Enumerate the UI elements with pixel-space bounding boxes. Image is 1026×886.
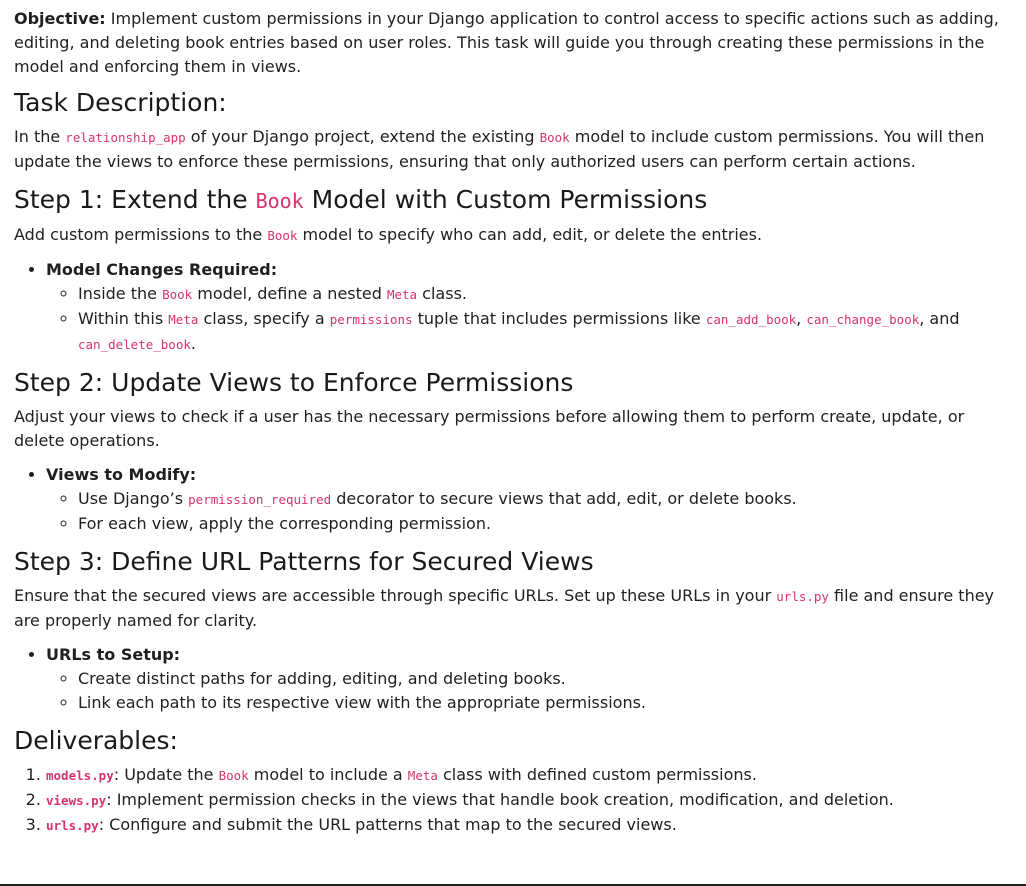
code-book: Book [539, 130, 570, 145]
code-models-py: models.py [46, 768, 114, 783]
text: Within this [78, 309, 169, 328]
step1-intro-pre: Add custom permissions to the [14, 225, 268, 244]
list-item: For each view, apply the corresponding p… [78, 512, 1018, 536]
step2-list-label: Views to Modify: [46, 465, 197, 484]
step1-intro-post: model to specify who can add, edit, or d… [297, 225, 763, 244]
list-item: Link each path to its respective view wi… [78, 691, 1018, 715]
list-item: Use Django’s permission_required decorat… [78, 487, 1018, 512]
step2-intro: Adjust your views to check if a user has… [14, 407, 965, 450]
text: model, define a nested [192, 284, 387, 303]
text: , [796, 309, 807, 328]
list-item: views.py: Implement permission checks in… [46, 788, 1018, 813]
step3-heading: Step 3: Define URL Patterns for Secured … [14, 547, 594, 576]
code-can-add-book: can_add_book [705, 312, 797, 327]
code-meta: Meta [168, 312, 199, 327]
step2-sublist: Use Django’s permission_required decorat… [46, 487, 1018, 536]
objective-paragraph: Objective: Implement custom permissions … [14, 7, 1018, 79]
code-urls-py: urls.py [46, 818, 99, 833]
code-permissions: permissions [329, 312, 413, 327]
step3-intro: Ensure that the secured views are access… [14, 584, 1018, 633]
step1-intro-code: Book [267, 228, 298, 243]
step3-list-label: URLs to Setup: [46, 645, 181, 664]
code-can-delete-book: can_delete_book [78, 337, 191, 352]
text: decorator to secure views that add, edit… [331, 489, 797, 508]
step1-list-label: Model Changes Required: [46, 260, 278, 279]
code-meta: Meta [386, 287, 418, 302]
objective-text: Implement custom permissions in your Dja… [14, 9, 999, 76]
text: Ensure that the secured views are access… [14, 586, 777, 605]
document-body: Objective: Implement custom permissions … [14, 7, 1018, 838]
list-item: Inside the Book model, define a nested M… [78, 282, 1018, 307]
task-text-1: In the [14, 127, 66, 146]
step1-heading-pre: Step 1: Extend the [14, 185, 256, 214]
list-item: Within this Meta class, specify a permis… [78, 307, 1018, 357]
step1-heading-code: Book [255, 189, 304, 213]
text: , and [919, 309, 960, 328]
deliverables-heading: Deliverables: [14, 726, 178, 755]
code-permission-required: permission_required [188, 492, 332, 507]
code-views-py: views.py [46, 793, 107, 808]
text: : Implement permission checks in the vie… [106, 790, 894, 809]
text: : Configure and submit the URL patterns … [98, 815, 677, 834]
list-item: Model Changes Required: Inside the Book … [46, 258, 1018, 357]
task-text-2: of your Django project, extend the exist… [185, 127, 540, 146]
step1-intro: Add custom permissions to the Book model… [14, 223, 1018, 248]
code-meta: Meta [407, 768, 438, 783]
code-book: Book [162, 287, 193, 302]
text: model to include a [248, 765, 408, 784]
text: Inside the [78, 284, 163, 303]
list-item: Create distinct paths for adding, editin… [78, 667, 1018, 691]
text: . [190, 334, 196, 353]
step1-heading: Step 1: Extend the Book Model with Custo… [14, 182, 1018, 219]
text: tuple that includes permissions like [412, 309, 706, 328]
step1-list: Model Changes Required: Inside the Book … [14, 258, 1018, 357]
text: Use Django’s [78, 489, 189, 508]
list-item: models.py: Update the Book model to incl… [46, 763, 1018, 788]
deliverables-list: models.py: Update the Book model to incl… [14, 763, 1018, 838]
code-can-change-book: can_change_book [806, 312, 920, 327]
step2-list: Views to Modify: Use Django’s permission… [14, 463, 1018, 536]
text: class with defined custom permissions. [437, 765, 757, 784]
text: class, specify a [198, 309, 330, 328]
objective-label: Objective: [14, 9, 106, 28]
list-item: urls.py: Configure and submit the URL pa… [46, 813, 1018, 838]
text: class. [417, 284, 467, 303]
step2-heading: Step 2: Update Views to Enforce Permissi… [14, 368, 574, 397]
step3-list: URLs to Setup: Create distinct paths for… [14, 643, 1018, 715]
step1-heading-post: Model with Custom Permissions [303, 185, 708, 214]
list-item: URLs to Setup: Create distinct paths for… [46, 643, 1018, 715]
code-book: Book [218, 768, 249, 783]
step1-sublist: Inside the Book model, define a nested M… [46, 282, 1018, 357]
text: : Update the [113, 765, 219, 784]
step3-sublist: Create distinct paths for adding, editin… [46, 667, 1018, 715]
task-description-heading: Task Description: [14, 88, 227, 117]
code-urls-py: urls.py [776, 589, 829, 604]
list-item: Views to Modify: Use Django’s permission… [46, 463, 1018, 536]
task-description-paragraph: In the relationship_app of your Django p… [14, 125, 1018, 174]
code-relationship-app: relationship_app [65, 130, 186, 145]
